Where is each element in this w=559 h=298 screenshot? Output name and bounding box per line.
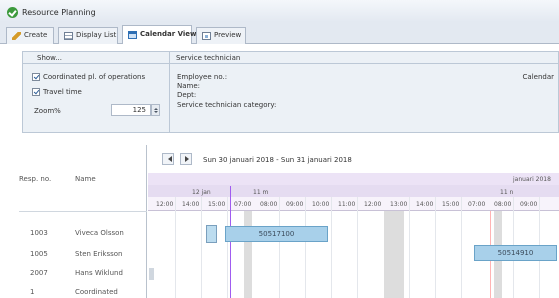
splitter-handle[interactable] [149, 268, 154, 280]
row-name[interactable]: Coordinated [75, 288, 118, 296]
employee-no-label: Employee no.: [177, 73, 228, 81]
non-working-block [384, 211, 404, 298]
calendar-label: Calendar [522, 73, 554, 81]
coordinated-checkbox[interactable] [32, 73, 40, 81]
row-resp-no[interactable]: 1005 [30, 250, 48, 258]
show-panel: Show... Coordinated pl. of operations Tr… [22, 51, 170, 133]
zoom-label: Zoom% [34, 107, 61, 115]
tab-display-list[interactable]: Display List [58, 27, 118, 44]
calendar-icon [128, 31, 137, 39]
tab-calendar-view-label: Calendar View [140, 30, 197, 38]
hour-separator [279, 197, 280, 298]
tab-bar: Create Display List Calendar View Previe… [0, 22, 559, 45]
hour-label: 07:00 [468, 201, 486, 208]
hour-label: 14:00 [182, 201, 200, 208]
tab-preview-label: Preview [214, 31, 242, 39]
travel-time-checkbox[interactable] [32, 88, 40, 96]
name-label: Name: [177, 82, 201, 90]
pencil-icon [12, 32, 21, 40]
date-range-label: Sun 30 januari 2018 - Sun 31 januari 201… [203, 156, 352, 164]
next-day-button[interactable] [180, 153, 192, 165]
tab-create-label: Create [24, 31, 48, 39]
tab-calendar-view[interactable]: Calendar View [122, 25, 197, 45]
event-marker[interactable] [206, 225, 217, 243]
category-label: Service technician category: [177, 101, 277, 109]
day-label: 11 m [253, 189, 269, 196]
hour-separator [357, 197, 358, 298]
coordinated-label: Coordinated pl. of operations [43, 73, 146, 81]
grid-divider [19, 211, 147, 212]
hour-separator [175, 197, 176, 298]
day-band-top [148, 173, 559, 185]
day-label: 12 jan [192, 189, 211, 196]
hour-label: 08:00 [260, 201, 278, 208]
row-resp-no[interactable]: 1003 [30, 229, 48, 237]
hour-label: 11:00 [338, 201, 356, 208]
tech-panel-title: Service technician [176, 54, 241, 62]
calendar-event[interactable]: 50517100 [225, 226, 328, 242]
hour-separator [461, 197, 462, 298]
previous-day-button[interactable] [162, 153, 174, 165]
hour-label: 13:00 [390, 201, 408, 208]
tab-preview[interactable]: Preview [196, 27, 246, 44]
day-label: 11 n [500, 189, 514, 196]
row-name[interactable]: Sten Eriksson [75, 250, 122, 258]
row-name[interactable]: Viveca Olsson [75, 229, 124, 237]
row-resp-no[interactable]: 1 [30, 288, 34, 296]
hour-label: 10:00 [312, 201, 330, 208]
hour-label: 08:00 [494, 201, 512, 208]
row-resp-no[interactable]: 2007 [30, 269, 48, 277]
show-panel-header: Show... [23, 52, 169, 64]
tech-panel-header: Service technician [170, 52, 558, 64]
hour-separator [305, 197, 306, 298]
hour-separator [331, 197, 332, 298]
app-check-icon [7, 7, 18, 18]
hour-label: 12:00 [364, 201, 382, 208]
hour-label: 12:00 [156, 201, 174, 208]
show-panel-title: Show... [37, 54, 62, 62]
hour-separator [201, 197, 202, 298]
hour-separator [409, 197, 410, 298]
tab-create[interactable]: Create [6, 27, 54, 44]
calendar-event[interactable]: 50514910 [474, 245, 557, 261]
app-title: Resource Planning [22, 8, 96, 17]
month-label: januari 2018 [513, 176, 551, 183]
hour-label: 09:00 [520, 201, 538, 208]
hour-separator [227, 197, 228, 298]
hour-label: 09:00 [286, 201, 304, 208]
col-resp-no[interactable]: Resp. no. [19, 175, 51, 183]
non-working-block [244, 211, 252, 298]
service-technician-panel: Service technician Employee no.: Name: D… [170, 51, 559, 133]
hour-label: 14:00 [416, 201, 434, 208]
hour-label: 07:00 [234, 201, 252, 208]
col-name[interactable]: Name [75, 175, 96, 183]
hour-label: 15:00 [208, 201, 226, 208]
row-name[interactable]: Hans Wiklund [75, 269, 123, 277]
zoom-input[interactable]: 125 [111, 104, 151, 116]
tab-display-list-label: Display List [76, 31, 117, 39]
hour-label: 15:00 [442, 201, 460, 208]
hour-separator [435, 197, 436, 298]
travel-time-label: Travel time [43, 88, 82, 96]
title-bar: Resource Planning [0, 0, 559, 22]
preview-icon [202, 32, 211, 40]
current-time-line [230, 186, 231, 298]
resource-grid: Resp. no. Name 1003 Viveca Olsson 1005 S… [19, 145, 147, 298]
dept-label: Dept: [177, 91, 197, 99]
zoom-stepper[interactable] [151, 104, 160, 116]
list-icon [64, 32, 73, 40]
